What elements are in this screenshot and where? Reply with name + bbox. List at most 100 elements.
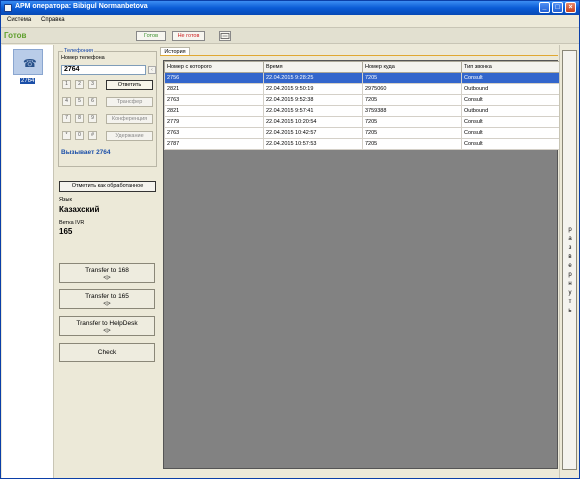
cell-to-number: 2975060 [362,83,462,95]
cell-from-number: 2821 [164,105,264,117]
cell-from-number: 2763 [164,94,264,106]
hold-button[interactable]: Удержание [106,131,153,141]
transfer-165-label: Transfer to 165 [85,293,129,300]
answer-button[interactable]: Ответить [106,80,153,90]
nav-tile-label: 2764 [20,78,36,84]
cell-to-number: 3759388 [362,105,462,117]
title-bar[interactable]: АРМ оператора: Bibigul Normanbetova _ □ … [1,1,579,15]
expand-letter: а [568,236,572,242]
column-header-time[interactable]: Время [263,61,363,73]
maximize-button[interactable]: □ [552,2,563,13]
transfer-168-button[interactable]: Transfer to 168 <|> [59,263,155,283]
cell-time: 22.04.2015 9:50:19 [263,83,363,95]
cell-from-number: 2763 [164,127,264,139]
menu-bar: Система Справка [1,15,579,26]
history-header-row: Номер с которого Время Номер куда Тип зв… [164,61,560,73]
not-ready-button[interactable]: Не готов [172,31,205,41]
column-header-call-type[interactable]: Тип звонка [461,61,560,73]
app-icon [4,4,12,12]
column-header-to-number[interactable]: Номер куда [362,61,462,73]
cell-to-number: 7205 [362,94,462,106]
expand-letter: з [568,245,572,251]
transfer-168-label: Transfer to 168 [85,267,129,274]
keypad-key-1[interactable]: 1 [62,80,71,89]
agent-status-text: Готов [4,31,27,40]
telephony-group: Телефония Номер телефона 2764 ‹ 1 2 3 4 … [58,48,157,167]
keypad-key-5[interactable]: 5 [75,97,84,106]
expand-letter: т [568,299,572,305]
cell-to-number: 7205 [362,72,462,84]
cell-to-number: 7205 [362,127,462,139]
expand-letter: е [568,263,572,269]
history-area: История Номер с которого Время Номер куд… [160,45,560,478]
table-row[interactable]: 2763 22.04.2015 9:52:38 7205 Consult [164,94,560,106]
phone-number-input[interactable]: 2764 [61,65,146,75]
transfer-helpdesk-arrows-icon: <|> [103,328,111,334]
expand-letter: р [568,227,572,233]
column-header-from-number[interactable]: Номер с которого [164,61,264,73]
keypad-key-3[interactable]: 3 [88,80,97,89]
table-row[interactable]: 2821 22.04.2015 9:57:41 3759388 Outbound [164,105,560,117]
cell-from-number: 2787 [164,138,264,150]
cell-to-number: 7205 [362,138,462,150]
keypad-key-4[interactable]: 4 [62,97,71,106]
language-value: Казахский [59,205,100,214]
table-row[interactable]: 2779 22.04.2015 10:20:54 7205 Consult [164,116,560,128]
keypad-key-7[interactable]: 7 [62,114,71,123]
status-bar: Готов Готов Не готов [1,27,579,44]
table-row[interactable]: 2787 22.04.2015 10:57:53 7205 Consult [164,138,560,150]
expand-letter: в [568,254,572,260]
menu-item-system[interactable]: Система [7,17,31,23]
menu-item-help[interactable]: Справка [41,17,65,23]
transfer-helpdesk-button[interactable]: Transfer to HelpDesk <|> [59,316,155,336]
keypad-key-hash[interactable]: # [88,131,97,140]
expand-panel-label: развернуть [566,226,574,316]
cell-call-type: Consult [461,138,560,150]
phone-nav-tile[interactable]: ☎ [13,49,43,75]
phone-icon: ☎ [23,58,37,70]
transfer-helpdesk-label: Transfer to HelpDesk [76,320,138,327]
ready-button[interactable]: Готов [136,31,166,41]
transfer-165-arrows-icon: <|> [103,301,111,307]
expand-letter: у [568,290,572,296]
minimize-button[interactable]: _ [539,2,550,13]
check-button[interactable]: Check [59,343,155,362]
table-row[interactable]: 2821 22.04.2015 9:50:19 2975060 Outbound [164,83,560,95]
ivr-branch-value: 165 [59,227,73,236]
cell-call-type: Outbound [461,105,560,117]
expand-letter: р [568,272,572,278]
table-row[interactable]: 2756 22.04.2015 9:28:25 7205 Consult [164,72,560,84]
clear-number-button[interactable]: ‹ [148,66,156,74]
expand-panel-button[interactable]: развернуть [562,50,577,470]
transfer-165-button[interactable]: Transfer to 165 <|> [59,289,155,309]
cell-call-type: Outbound [461,83,560,95]
cell-from-number: 2821 [164,83,264,95]
tab-underline [160,55,558,56]
keypad-key-0[interactable]: 0 [75,131,84,140]
conference-button[interactable]: Конференция [106,114,153,124]
table-row[interactable]: 2763 22.04.2015 10:42:57 7205 Consult [164,127,560,139]
right-side-bar: развернуть [559,45,579,478]
cell-time: 22.04.2015 10:42:57 [263,127,363,139]
phone-number-label: Номер телефона [61,55,105,61]
mark-processed-button[interactable]: Отметить как обработанное [59,181,156,192]
keypad-key-6[interactable]: 6 [88,97,97,106]
keypad-key-9[interactable]: 9 [88,114,97,123]
cell-call-type: Consult [461,116,560,128]
history-grid[interactable]: Номер с которого Время Номер куда Тип зв… [163,60,560,469]
cell-time: 22.04.2015 9:57:41 [263,105,363,117]
app-window: АРМ оператора: Bibigul Normanbetova _ □ … [0,0,580,479]
keyboard-icon[interactable] [219,31,231,41]
cell-from-number: 2779 [164,116,264,128]
transfer-button[interactable]: Трансфер [106,97,153,107]
keypad-key-star[interactable]: * [62,131,71,140]
keypad-key-8[interactable]: 8 [75,114,84,123]
cell-time: 22.04.2015 10:57:53 [263,138,363,150]
language-label: Язык [59,197,72,203]
phone-panel: Телефония Номер телефона 2764 ‹ 1 2 3 4 … [55,45,159,478]
cell-from-number: 2756 [164,72,264,84]
transfer-168-arrows-icon: <|> [103,275,111,281]
left-navigation: ☎ 2764 [2,45,54,478]
close-button[interactable]: × [565,2,576,13]
keypad-key-2[interactable]: 2 [75,80,84,89]
